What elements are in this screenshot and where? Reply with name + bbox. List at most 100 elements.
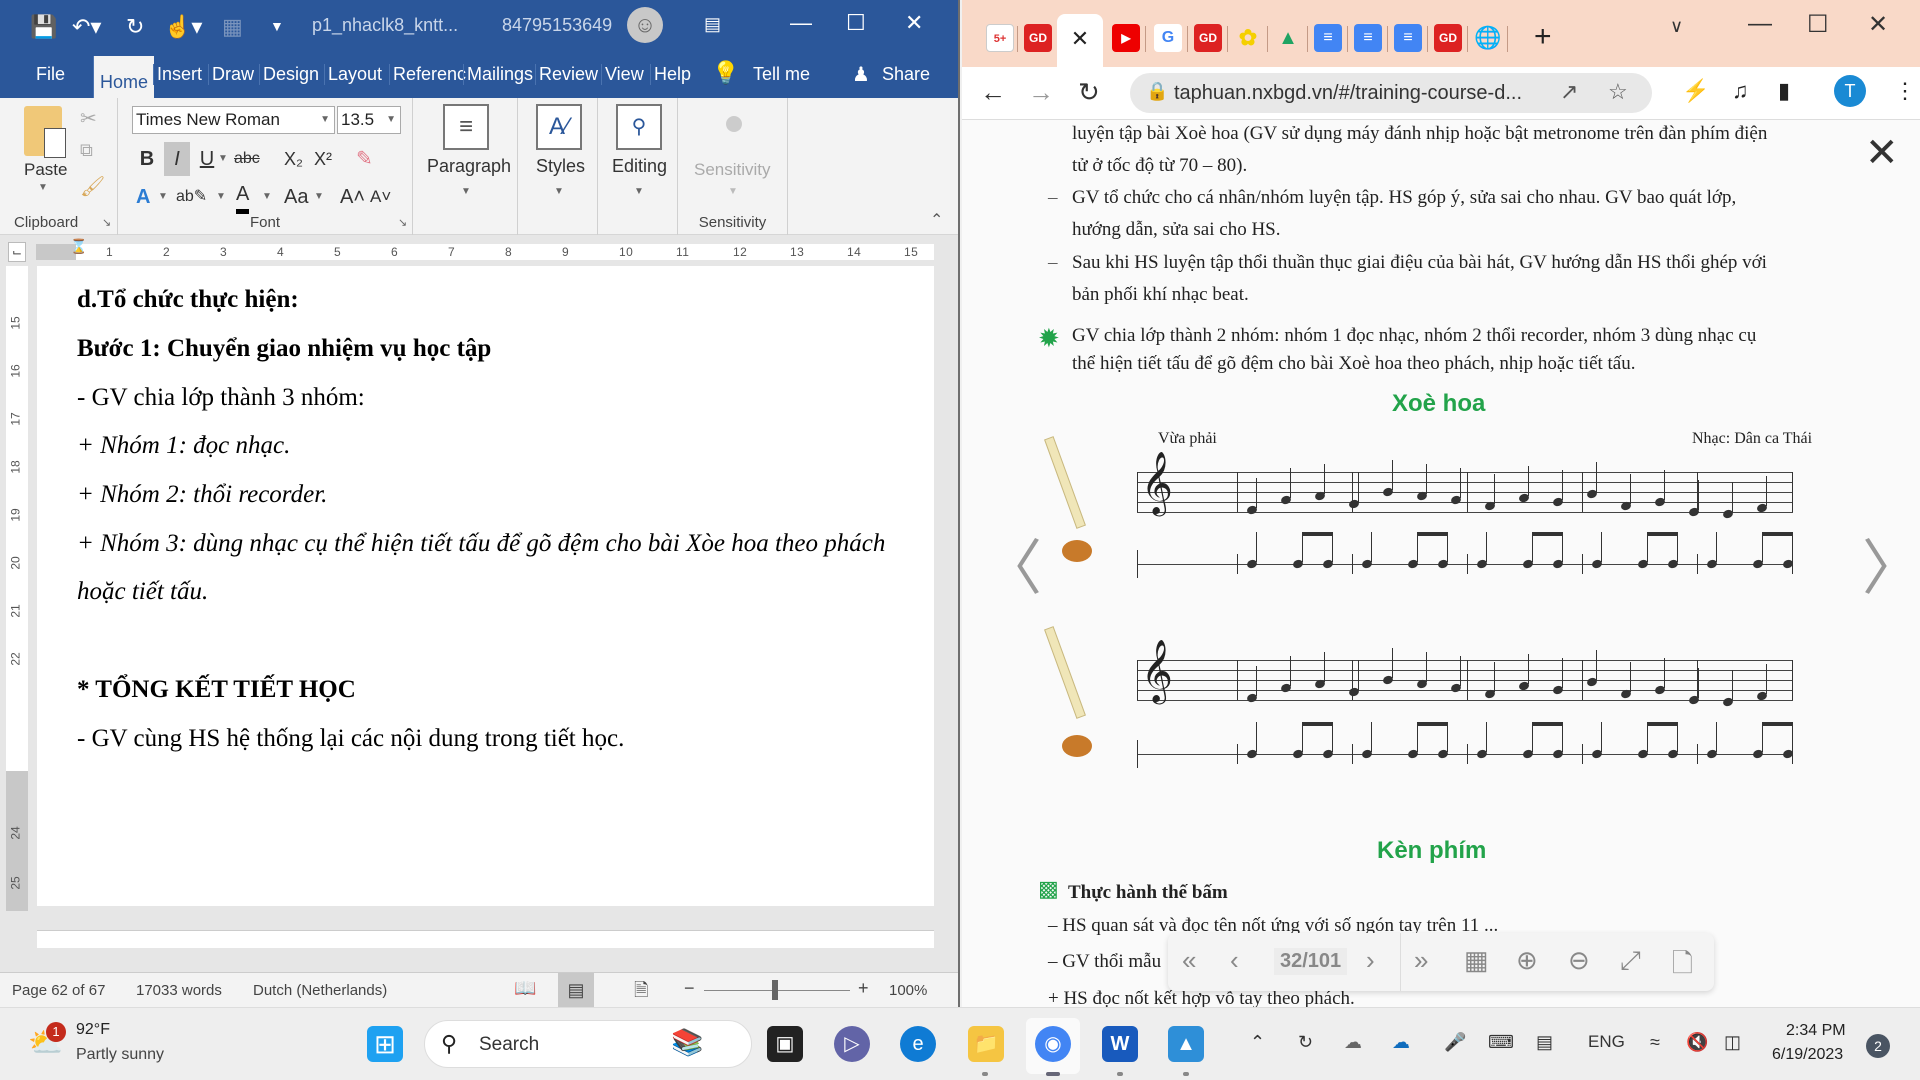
- new-tab-button[interactable]: +: [1534, 20, 1552, 54]
- sync-icon[interactable]: ↻: [1298, 1032, 1313, 1053]
- font-size-select[interactable]: 13.5 ▼: [337, 106, 401, 134]
- tab-youtube-icon[interactable]: ▶: [1112, 24, 1140, 52]
- tab-home[interactable]: Home: [93, 56, 155, 98]
- minimize-icon[interactable]: —: [1748, 10, 1772, 38]
- zoom-out-button[interactable]: −: [684, 978, 695, 999]
- url-text[interactable]: taphuan.nxbgd.vn/#/training-course-d...: [1174, 82, 1522, 105]
- thumbnails-grid-icon[interactable]: ▦: [1464, 945, 1489, 976]
- media-control-icon[interactable]: ♫: [1732, 78, 1749, 104]
- clock-time[interactable]: 2:34 PM: [1786, 1022, 1846, 1040]
- previous-page-arrow-icon[interactable]: 〈: [982, 520, 1042, 607]
- minimize-icon[interactable]: —: [790, 10, 812, 36]
- text-effects-dropdown-icon[interactable]: ▼: [158, 180, 168, 214]
- tab-selector-icon[interactable]: ⌙: [8, 242, 26, 262]
- tab-review[interactable]: Review: [535, 64, 601, 85]
- editing-group[interactable]: ⚲ Editing ▼: [598, 98, 678, 235]
- taskbar-search[interactable]: ⚲ Search 📚: [424, 1020, 752, 1068]
- bold-button[interactable]: B: [136, 142, 158, 176]
- editing-button[interactable]: Editing: [612, 156, 667, 177]
- underline-button[interactable]: U: [196, 142, 218, 176]
- cloud-icon[interactable]: ☁: [1344, 1032, 1362, 1053]
- input-language[interactable]: ENG: [1588, 1032, 1625, 1052]
- sensitivity-button[interactable]: Sensitivity: [694, 160, 771, 180]
- lock-icon[interactable]: 🔒: [1146, 81, 1168, 102]
- page-indicator[interactable]: 32/101: [1274, 948, 1348, 975]
- clock-date[interactable]: 6/19/2023: [1772, 1046, 1843, 1064]
- close-viewer-icon[interactable]: ✕: [1865, 130, 1899, 176]
- bookmark-star-icon[interactable]: ☆: [1608, 79, 1628, 105]
- prev-page-icon[interactable]: ‹: [1230, 945, 1239, 976]
- address-bar[interactable]: 🔒 taphuan.nxbgd.vn/#/training-course-d..…: [1130, 73, 1652, 113]
- battery-icon[interactable]: ◫: [1724, 1032, 1741, 1053]
- single-page-icon[interactable]: 🗋: [1672, 945, 1693, 989]
- task-view-icon[interactable]: ▣: [767, 1026, 803, 1062]
- touchpad-icon[interactable]: ▤: [1536, 1032, 1553, 1053]
- tab-design[interactable]: Design: [259, 64, 322, 85]
- weather-temp[interactable]: 92°F: [76, 1021, 110, 1039]
- horizontal-ruler[interactable]: ⌙ 1 2 3 4 5 6 7 8 9 10 11 12 13 14 15 ⌛: [0, 236, 958, 266]
- strikethrough-button[interactable]: abc: [234, 142, 260, 176]
- grow-font-button[interactable]: A˄: [340, 180, 365, 214]
- tab-gmail[interactable]: 5+: [986, 24, 1014, 52]
- page-count[interactable]: Page 62 of 67: [12, 982, 105, 999]
- share-icon[interactable]: ↗: [1560, 79, 1578, 105]
- tab-references[interactable]: Referenc: [389, 64, 469, 85]
- collapse-ribbon-icon[interactable]: ⌃: [930, 210, 943, 230]
- ribbon-display-icon[interactable]: ▤: [704, 14, 721, 35]
- tab-nxbgd-icon[interactable]: GD: [1024, 24, 1052, 52]
- fullscreen-icon[interactable]: ⤢: [1620, 945, 1641, 977]
- redo-icon[interactable]: ↻: [126, 14, 144, 40]
- format-painter-icon[interactable]: 🖌: [80, 174, 105, 199]
- tab-active-close-icon[interactable]: ✕: [1057, 14, 1103, 67]
- book-viewer[interactable]: luyện tập bài Xoè hoa (GV sử dụng máy đá…: [962, 120, 1920, 1007]
- zoom-level[interactable]: 100%: [889, 982, 927, 999]
- edge-icon[interactable]: e: [900, 1026, 936, 1062]
- tab-draw[interactable]: Draw: [208, 64, 257, 85]
- tab-nxbgd-icon[interactable]: GD: [1434, 24, 1462, 52]
- highlight-dropdown-icon[interactable]: ▼: [216, 180, 226, 214]
- maximize-icon[interactable]: ☐: [846, 10, 866, 36]
- document-page[interactable]: d.Tổ chức thực hiện: Bước 1: Chuyển giao…: [37, 266, 934, 906]
- font-name-select[interactable]: Times New Roman ▼: [132, 106, 335, 134]
- tab-google-icon[interactable]: G: [1154, 24, 1182, 52]
- underline-dropdown-icon[interactable]: ▼: [218, 142, 228, 176]
- tab-flower-icon[interactable]: ✿: [1234, 24, 1262, 52]
- zoom-in-icon[interactable]: ⊕: [1516, 945, 1538, 976]
- save-icon[interactable]: 💾: [30, 14, 57, 40]
- cut-icon[interactable]: ✂: [80, 106, 97, 131]
- tell-me-search[interactable]: Tell me: [753, 64, 810, 85]
- teams-chat-icon[interactable]: ▷: [834, 1026, 870, 1062]
- keyboard-icon[interactable]: ⌨: [1488, 1032, 1514, 1053]
- highlight-icon[interactable]: ab✎: [176, 180, 207, 214]
- clipboard-launcher-icon[interactable]: ↘: [102, 216, 111, 229]
- tab-docs-icon[interactable]: ≡: [1354, 24, 1382, 52]
- start-windows-icon[interactable]: ⊞: [367, 1026, 403, 1062]
- extension-icon[interactable]: ⚡: [1682, 78, 1709, 104]
- back-icon[interactable]: ←: [980, 77, 1006, 108]
- italic-button[interactable]: I: [164, 142, 190, 176]
- text-effects-icon[interactable]: A: [136, 180, 150, 214]
- font-launcher-icon[interactable]: ↘: [398, 216, 407, 229]
- wifi-icon[interactable]: ≈: [1650, 1032, 1660, 1053]
- copy-icon[interactable]: ⧉: [80, 140, 93, 161]
- paragraph-group[interactable]: ≡ Paragraph ▼: [413, 98, 518, 235]
- first-page-icon[interactable]: «: [1182, 945, 1196, 976]
- zoom-slider-thumb[interactable]: [772, 980, 778, 1000]
- clear-formatting-icon[interactable]: ✎: [356, 142, 373, 176]
- word-count[interactable]: 17033 words: [136, 982, 222, 999]
- next-page-arrow-icon[interactable]: 〉: [1862, 520, 1920, 607]
- subscript-button[interactable]: X₂: [284, 142, 303, 176]
- vertical-ruler[interactable]: 15 16 17 18 19 20 21 22 24 25: [6, 266, 28, 911]
- tab-layout[interactable]: Layout: [324, 64, 385, 85]
- indent-marker-icon[interactable]: ⌛: [70, 238, 87, 255]
- zoom-out-icon[interactable]: ⊖: [1568, 945, 1590, 976]
- close-icon[interactable]: ✕: [1868, 10, 1888, 39]
- paragraph-button[interactable]: Paragraph: [427, 156, 511, 177]
- tab-file[interactable]: File: [33, 64, 68, 85]
- tab-docs-icon[interactable]: ≡: [1314, 24, 1342, 52]
- read-mode-icon[interactable]: 📖: [514, 978, 536, 999]
- web-layout-icon[interactable]: 🗎: [634, 978, 648, 1007]
- touch-mode-icon[interactable]: ☝▾: [164, 14, 202, 40]
- superscript-button[interactable]: X²: [314, 142, 332, 176]
- change-case-dropdown-icon[interactable]: ▼: [314, 180, 324, 214]
